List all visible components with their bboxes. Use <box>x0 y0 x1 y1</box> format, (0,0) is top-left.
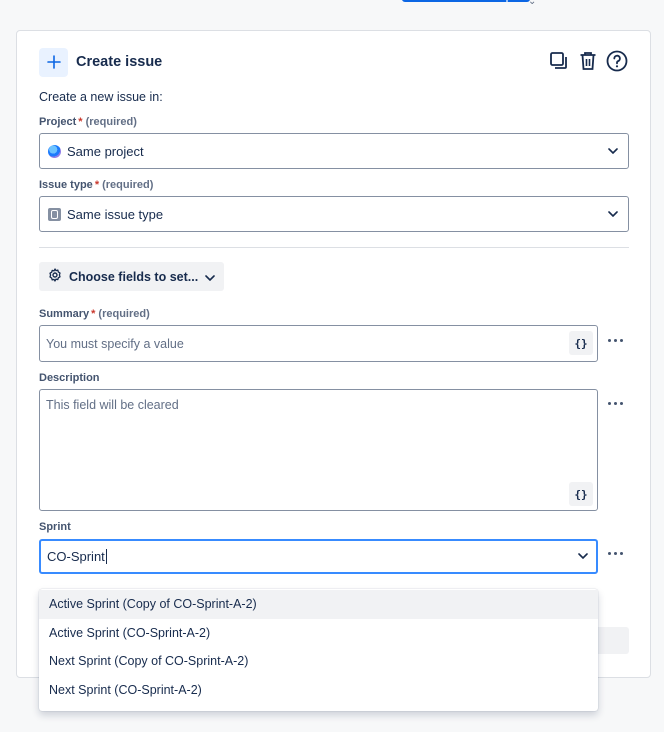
project-value: Same project <box>67 143 144 159</box>
chevron-down-icon[interactable]: ⌄ <box>528 0 536 7</box>
choose-fields-button[interactable]: Choose fields to set... <box>39 262 225 291</box>
divider <box>39 247 629 248</box>
chevron-down-icon[interactable] <box>578 549 588 566</box>
help-icon[interactable] <box>606 48 628 74</box>
panel-title: Create issue <box>76 54 163 70</box>
sprint-option[interactable]: Active Sprint (CO-Sprint-A-2) <box>39 619 598 648</box>
sprint-option[interactable]: Next Sprint (CO-Sprint-A-2) <box>39 676 598 705</box>
sprint-value: CO-Sprint <box>47 549 105 564</box>
issue-type-label: Issue type * (required) <box>39 179 154 191</box>
sprint-option[interactable]: Next Sprint (Copy of CO-Sprint-A-2) <box>39 647 598 676</box>
description-label: Description <box>39 372 100 384</box>
chevron-down-icon <box>205 270 215 284</box>
intro-text: Create a new issue in: <box>39 90 163 104</box>
more-icon[interactable] <box>605 546 625 560</box>
issue-type-value: Same issue type <box>67 206 164 222</box>
chevron-down-icon <box>606 211 620 217</box>
project-label: Project * (required) <box>39 116 137 128</box>
choose-fields-label: Choose fields to set... <box>69 269 199 284</box>
header-actions <box>548 48 628 74</box>
summary-placeholder: You must specify a value <box>46 337 184 351</box>
summary-input[interactable]: You must specify a value {} <box>39 325 598 362</box>
description-textarea[interactable]: This field will be cleared {} <box>39 389 598 511</box>
sprint-label: Sprint <box>39 521 71 533</box>
description-placeholder: This field will be cleared <box>46 398 179 412</box>
create-issue-panel: Create issue Create a new issue in: Proj… <box>16 30 651 678</box>
sprint-input[interactable]: CO-Sprint <box>39 539 598 574</box>
more-icon[interactable] <box>605 396 625 410</box>
chevron-down-icon <box>606 148 620 154</box>
gear-icon <box>48 268 62 285</box>
project-select[interactable]: Same project <box>39 133 629 169</box>
trash-icon[interactable] <box>577 48 599 74</box>
top-primary-button[interactable] <box>402 0 530 2</box>
panel-header: Create issue <box>39 47 162 77</box>
plus-icon <box>39 47 68 77</box>
issue-type-icon <box>48 207 61 221</box>
smart-value-button[interactable]: {} <box>569 482 593 506</box>
sprint-option[interactable]: Active Sprint (Copy of CO-Sprint-A-2) <box>39 590 598 619</box>
smart-value-button[interactable]: {} <box>569 331 593 355</box>
project-avatar-icon <box>48 144 61 158</box>
text-caret <box>105 549 107 564</box>
duplicate-icon[interactable] <box>548 48 570 74</box>
issue-type-select[interactable]: Same issue type <box>39 196 629 232</box>
sprint-dropdown-menu: Active Sprint (Copy of CO-Sprint-A-2) Ac… <box>39 589 598 711</box>
button-separator <box>506 0 508 2</box>
summary-label: Summary * (required) <box>39 308 150 320</box>
more-icon[interactable] <box>605 333 625 347</box>
